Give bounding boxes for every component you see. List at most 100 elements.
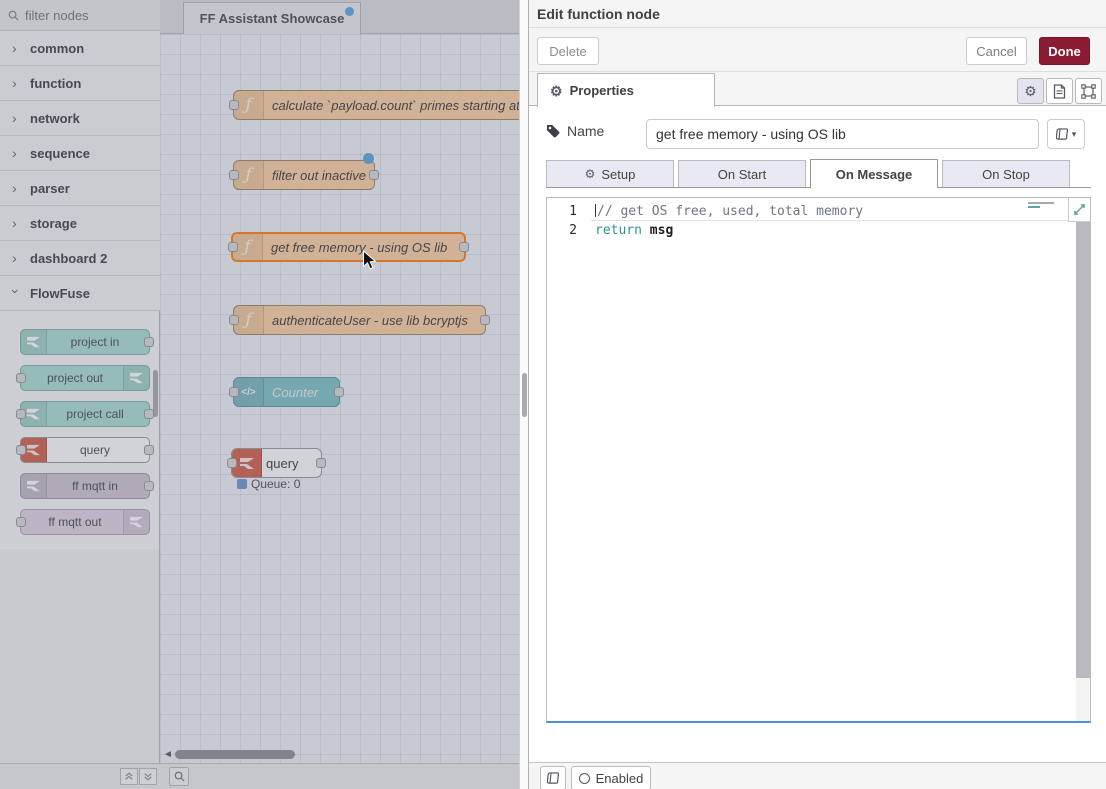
node-label: calculate `payload.count` primes startin… [272, 91, 519, 119]
output-port[interactable] [369, 170, 379, 180]
collapse-all-categories-button[interactable] [120, 768, 138, 785]
queue-status-text: Queue: 0 [251, 477, 300, 491]
expand-all-categories-button[interactable] [139, 768, 157, 785]
input-port [16, 517, 26, 527]
palette-filter-input[interactable] [25, 8, 145, 23]
properties-tab-label: Properties [570, 83, 634, 98]
node-label: authenticateUser - use lib bcryptjs [272, 306, 477, 334]
flowfuse-node-icon [123, 366, 149, 390]
tab-on-message[interactable]: On Message [810, 159, 938, 188]
code-line-2: return msg [591, 221, 1076, 240]
palette-node-project-call[interactable]: project call [20, 401, 150, 427]
editor-tab-row: ⚙ Properties ⚙ [529, 72, 1106, 106]
input-port[interactable] [229, 100, 239, 110]
text-caret [595, 204, 596, 217]
flow-tab[interactable]: FF Assistant Showcase [183, 2, 361, 34]
palette-category-label: storage [30, 216, 77, 231]
flowfuse-node-icon [123, 510, 149, 534]
flow-node-authenticate-user[interactable]: ƒ authenticateUser - use lib bcryptjs [233, 305, 486, 335]
palette-category-common[interactable]: ›common [0, 31, 160, 66]
properties-view-button[interactable]: ⚙ [1017, 78, 1044, 104]
scroll-left-arrow-icon[interactable]: ◄ [163, 749, 173, 760]
node-label: filter out inactive [272, 161, 366, 189]
palette-node-project-in[interactable]: project in [20, 329, 150, 355]
output-port[interactable] [334, 387, 344, 397]
input-port[interactable] [229, 315, 239, 325]
gear-icon: ⚙ [585, 168, 596, 180]
book-icon [547, 772, 560, 785]
flow-node-calculate-primes[interactable]: ƒ calculate `payload.count` primes start… [233, 90, 519, 120]
palette-category-flowfuse[interactable]: ›FlowFuse [0, 276, 160, 311]
palette-node-query[interactable]: query [20, 437, 150, 463]
output-port[interactable] [459, 242, 469, 252]
palette-category-label: sequence [30, 146, 90, 161]
flowfuse-node-icon [21, 474, 47, 498]
palette-node-ff-mqtt-in[interactable]: ff mqtt in [20, 473, 150, 499]
tab-on-start[interactable]: On Start [678, 160, 806, 187]
canvas-search-button[interactable] [169, 767, 189, 786]
canvas-vertical-scrollbar[interactable] [522, 373, 527, 417]
palette-category-label: parser [30, 181, 70, 196]
done-button[interactable]: Done [1039, 37, 1090, 65]
output-port [144, 409, 154, 419]
palette-category-parser[interactable]: ›parser [0, 171, 160, 206]
name-field-row: Name ▾ [529, 106, 1106, 158]
flow-node-query[interactable]: query [231, 448, 322, 478]
appearance-view-button[interactable] [1075, 78, 1102, 104]
editor-scrollbar-thumb[interactable] [1076, 222, 1090, 678]
editor-scrollbar-track[interactable] [1076, 198, 1090, 721]
enabled-label: Enabled [596, 771, 644, 786]
cancel-button[interactable]: Cancel [966, 37, 1027, 65]
double-chevron-up-icon [124, 772, 134, 781]
input-port[interactable] [228, 242, 238, 252]
edit-tray-resize-handle[interactable] [519, 0, 528, 789]
delete-button[interactable]: Delete [537, 37, 599, 65]
queue-status-badge: Queue: 0 [237, 477, 300, 491]
node-appearance-icon [1081, 84, 1096, 99]
palette-node-project-out[interactable]: project out [20, 365, 150, 391]
tab-setup[interactable]: ⚙ Setup [546, 160, 674, 187]
tab-on-stop[interactable]: On Stop [942, 160, 1070, 187]
expand-diagonal-icon [1074, 204, 1085, 215]
input-port[interactable] [227, 458, 237, 468]
palette-category-function[interactable]: ›function [0, 66, 160, 101]
flow-node-get-free-memory[interactable]: ƒ get free memory - using OS lib [231, 232, 466, 262]
code-identifier: msg [650, 223, 673, 238]
palette-category-network[interactable]: ›network [0, 101, 160, 136]
input-port[interactable] [229, 387, 239, 397]
palette-category-storage[interactable]: ›storage [0, 206, 160, 241]
node-enabled-toggle[interactable]: Enabled [571, 766, 651, 789]
palette-category-dashboard2[interactable]: ›dashboard 2 [0, 241, 160, 276]
editor-expand-button[interactable] [1068, 198, 1090, 222]
flow-node-filter-out-inactive[interactable]: ƒ filter out inactive [233, 160, 375, 190]
mouse-cursor [362, 250, 377, 271]
output-port[interactable] [316, 458, 326, 468]
editor-code-area[interactable]: // get OS free, used, total memory retur… [591, 202, 1076, 240]
node-label: query [266, 449, 313, 477]
palette-category-sequence[interactable]: ›sequence [0, 136, 160, 171]
double-chevron-down-icon [143, 772, 153, 781]
line-number: 1 [569, 202, 577, 221]
flowfuse-node-icon [21, 330, 47, 354]
library-dropdown-button[interactable]: ▾ [1047, 119, 1085, 149]
code-editor[interactable]: 1 2 // get OS free, used, total memory r… [546, 197, 1091, 723]
function-tabs: ⚙ Setup On Start On Message On Stop [546, 159, 1091, 188]
palette-node-ff-mqtt-out[interactable]: ff mqtt out [20, 509, 150, 535]
flow-tab-label: FF Assistant Showcase [200, 11, 345, 26]
description-view-button[interactable] [1046, 78, 1073, 104]
palette-category-label: dashboard 2 [30, 251, 107, 266]
flow-node-counter[interactable]: </> Counter [233, 377, 340, 407]
input-port[interactable] [229, 170, 239, 180]
node-modified-dot [363, 153, 374, 164]
library-export-button[interactable] [540, 766, 566, 789]
search-icon [8, 10, 19, 21]
enabled-status-icon [579, 773, 590, 784]
output-port [144, 481, 154, 491]
output-port[interactable] [480, 315, 490, 325]
node-red-app: FF Assistant Showcase ƒ calculate `paylo… [0, 0, 1106, 789]
horizontal-scrollbar[interactable] [175, 750, 295, 759]
gear-icon: ⚙ [1024, 84, 1037, 98]
node-name-input[interactable] [646, 119, 1039, 149]
palette-search[interactable] [0, 0, 160, 31]
tab-properties[interactable]: ⚙ Properties [537, 73, 715, 107]
